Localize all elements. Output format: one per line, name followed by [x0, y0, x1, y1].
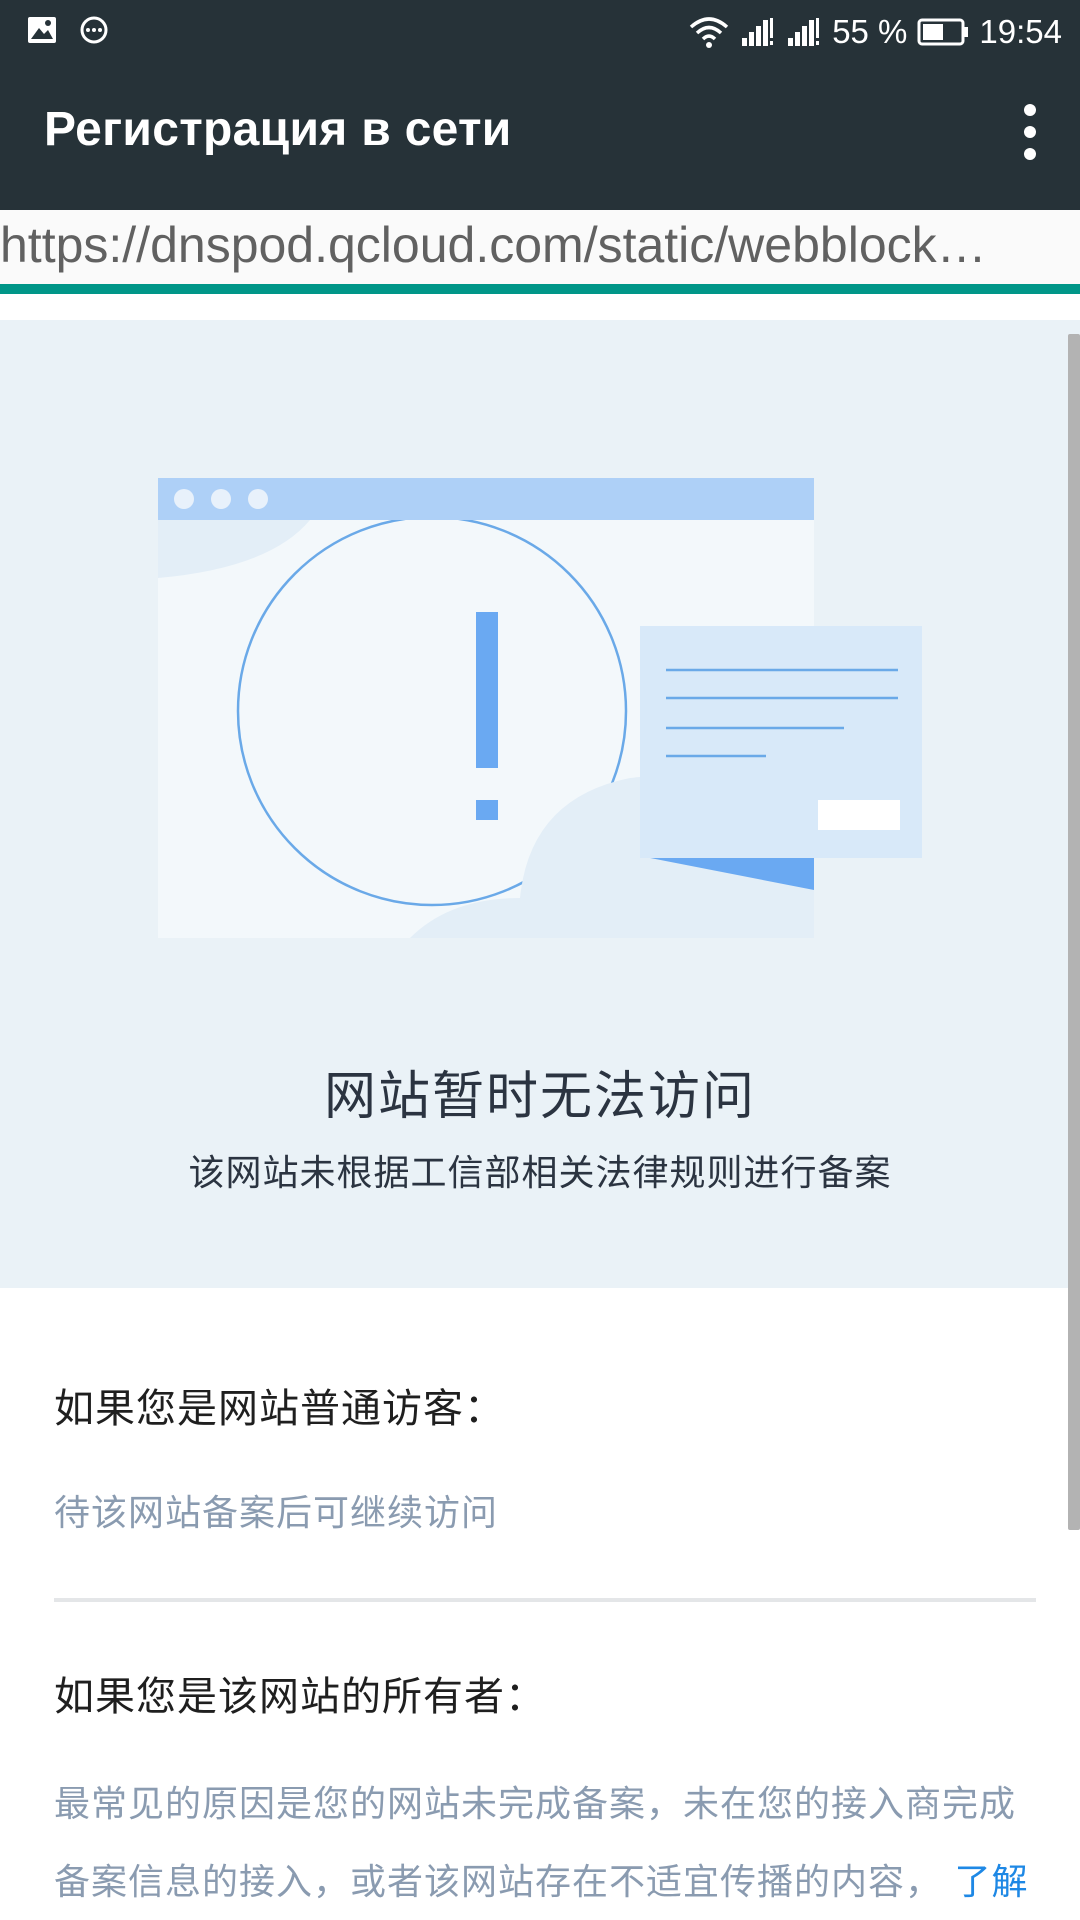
status-bar: 55 % 19:54 [0, 0, 1080, 64]
hero-banner: 网站暂时无法访问 该网站未根据工信部相关法律规则进行备案 [0, 320, 1080, 1288]
section-divider [54, 1598, 1036, 1602]
toolbar-title: Регистрация в сети [44, 103, 512, 156]
clock: 19:54 [979, 13, 1062, 50]
page-title: 网站暂时无法访问 [323, 1067, 756, 1127]
page-subtitle: 该网站未根据工信部相关法律规则进行备案 [188, 1153, 892, 1194]
wifi-icon [688, 15, 730, 49]
owner-body: 最常见的原因是您的网站未完成备案，未在您的接入商完成备案信息的接入，或者该网站存… [54, 1766, 1034, 1920]
url-text: https://dnspod.qcloud.com/static/webbloc… [0, 217, 987, 273]
notification-icons [26, 14, 110, 46]
browser-window-warning-illustration [158, 478, 922, 938]
chat-notification-icon [78, 14, 110, 46]
signal-sim1-icon [740, 16, 776, 48]
visitor-body: 待该网站备案后可继续访问 [54, 1493, 499, 1534]
webview-content[interactable]: 网站暂时无法访问 该网站未根据工信部相关法律规则进行备案 如果您是网站普通访客：… [0, 294, 1080, 1920]
url-bar[interactable]: https://dnspod.qcloud.com/static/webbloc… [0, 210, 1080, 294]
image-notification-icon [26, 14, 58, 46]
scrollbar[interactable] [1068, 334, 1080, 1530]
more-vert-icon[interactable] [1000, 92, 1060, 172]
visitor-heading: 如果您是网站普通访客： [54, 1386, 505, 1432]
signal-sim2-icon [786, 16, 822, 48]
menu-dot [1024, 104, 1036, 116]
app-toolbar: Регистрация в сети [0, 64, 1080, 210]
battery-percent: 55 % [832, 13, 908, 50]
menu-dot [1024, 148, 1036, 160]
owner-body-text: 最常见的原因是您的网站未完成备案，未在您的接入商完成备案信息的接入，或者该网站存… [54, 1784, 1017, 1903]
battery-icon [917, 17, 969, 47]
owner-heading: 如果您是该网站的所有者： [54, 1674, 546, 1720]
system-indicators: 55 % 19:54 [688, 8, 1062, 56]
learn-more-link[interactable]: 了解 [954, 1862, 1028, 1903]
menu-dot [1024, 126, 1036, 138]
